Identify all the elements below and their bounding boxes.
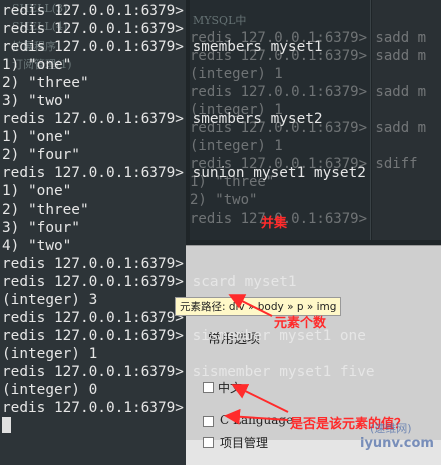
annotation-union: 并集 — [261, 216, 288, 231]
annotation-arrows — [224, 294, 289, 425]
watermark-top: (速维网) — [370, 422, 412, 435]
arrow-member-2 — [224, 408, 289, 425]
annotation-count: 元素个数 — [274, 316, 327, 331]
arrow-member-1 — [231, 384, 289, 413]
watermark-bottom: iyunv.com — [360, 436, 434, 451]
arrow-count — [228, 294, 273, 317]
watermark: (速维网) iyunv.com — [360, 420, 434, 451]
